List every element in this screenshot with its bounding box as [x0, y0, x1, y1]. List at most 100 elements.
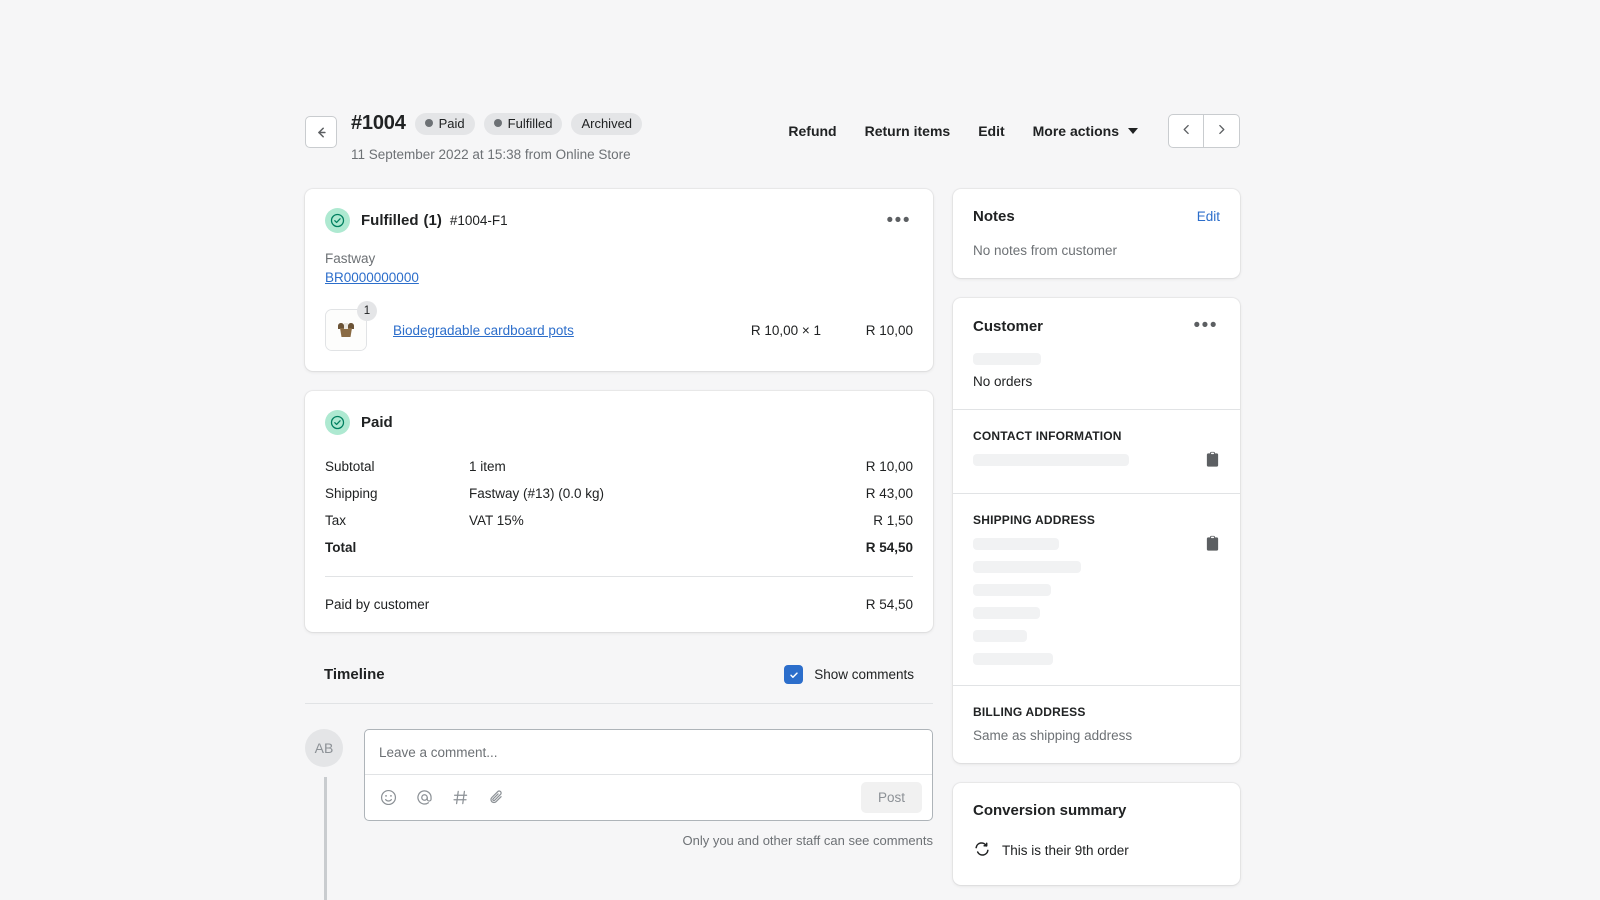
- shipping-line-redacted: [973, 584, 1051, 596]
- status-dot-icon: [493, 119, 502, 127]
- line-item-title-link[interactable]: Biodegradable cardboard pots: [393, 323, 574, 338]
- carrier-name: Fastway: [325, 251, 376, 266]
- order-subtitle: 11 September 2022 at 15:38 from Online S…: [351, 147, 631, 162]
- fulfillment-kebab-button[interactable]: •••: [885, 211, 913, 230]
- comment-input[interactable]: [365, 730, 932, 774]
- payment-row-total: Total R 54,50: [325, 540, 913, 555]
- status-badge-fulfilled-label: Fulfilled: [507, 115, 553, 131]
- payment-status: Paid: [361, 414, 393, 431]
- edit-button[interactable]: Edit: [964, 116, 1018, 146]
- billing-address-section: BILLING ADDRESS Same as shipping address: [953, 685, 1240, 763]
- next-order-button[interactable]: [1204, 114, 1240, 148]
- shipping-line-redacted: [973, 561, 1081, 573]
- payment-row-label: Tax: [325, 513, 347, 528]
- fulfillment-status: Fulfilled: [361, 212, 419, 229]
- payment-row-desc: 1 item: [469, 459, 506, 474]
- notes-empty-text: No notes from customer: [973, 243, 1118, 258]
- order-pagination: [1168, 114, 1240, 148]
- shipping-address-heading: SHIPPING ADDRESS: [973, 513, 1096, 527]
- billing-address-text: Same as shipping address: [973, 728, 1133, 743]
- emoji-icon[interactable]: [379, 788, 398, 807]
- payment-row-desc: VAT 15%: [469, 513, 524, 528]
- payment-card: Paid Subtotal 1 item R 10,00 Shipping Fa…: [305, 391, 933, 632]
- contact-email-redacted: [973, 454, 1129, 466]
- show-comments-toggle[interactable]: Show comments: [784, 665, 914, 684]
- status-badge-fulfilled: Fulfilled: [483, 112, 563, 135]
- fulfillment-count: (1): [423, 212, 442, 229]
- comment-composer: AB Leave a comment... Post: [305, 729, 933, 900]
- repeat-order-icon: [973, 840, 991, 861]
- previous-order-button[interactable]: [1168, 114, 1204, 148]
- line-item-unit-price: R 10,00 × 1: [750, 322, 821, 338]
- comment-privacy-note: Only you and other staff can see comment…: [682, 833, 933, 848]
- customer-name-redacted: [973, 353, 1041, 365]
- more-actions-button[interactable]: More actions: [1019, 116, 1152, 146]
- refund-button[interactable]: Refund: [774, 116, 850, 146]
- notes-edit-link[interactable]: Edit: [1197, 209, 1220, 224]
- status-badge-paid: Paid: [414, 112, 475, 135]
- line-item-total: R 10,00: [865, 322, 913, 338]
- mention-icon[interactable]: [415, 788, 434, 807]
- shipping-line-redacted: [973, 653, 1053, 665]
- chevron-down-icon: [1128, 128, 1138, 134]
- conversion-summary-text: This is their 9th order: [1002, 843, 1129, 858]
- return-items-button[interactable]: Return items: [851, 116, 965, 146]
- paid-by-customer-label: Paid by customer: [325, 597, 430, 612]
- fulfillment-card: Fulfilled (1) #1004-F1 ••• Fastway BR000…: [305, 189, 933, 371]
- payment-row-label: Subtotal: [325, 459, 375, 474]
- divider: [325, 576, 913, 577]
- page-header: #1004 Paid Fulfilled Archived 11 Septemb…: [305, 110, 1240, 162]
- payment-breakdown: Subtotal 1 item R 10,00 Shipping Fastway…: [325, 459, 913, 555]
- shipping-line-redacted: [973, 630, 1027, 642]
- tracking-number-link[interactable]: BR0000000000: [325, 270, 419, 285]
- fulfillment-reference: #1004-F1: [449, 213, 508, 228]
- status-dot-icon: [424, 119, 433, 127]
- conversion-summary-row: This is their 9th order: [973, 840, 1220, 861]
- shipping-address-section: SHIPPING ADDRESS: [953, 493, 1240, 685]
- arrow-left-icon: [313, 124, 330, 141]
- customer-header-section: Customer ••• No orders: [953, 298, 1240, 409]
- attachment-icon[interactable]: [487, 788, 506, 807]
- notes-card: Notes Edit No notes from customer: [953, 189, 1240, 278]
- payment-row-amount: R 54,50: [865, 540, 913, 555]
- shipping-line-redacted: [973, 607, 1040, 619]
- check-circle-icon: [325, 410, 350, 435]
- sidebar-column: Notes Edit No notes from customer Custom…: [953, 189, 1240, 885]
- shipping-line-redacted: [973, 538, 1059, 550]
- line-item-quantity: 1: [357, 301, 377, 321]
- conversion-summary-card: Conversion summary This is their 9th ord…: [953, 783, 1240, 885]
- clipboard-icon[interactable]: [1205, 535, 1220, 557]
- timeline-title: Timeline: [324, 666, 385, 683]
- customer-kebab-button[interactable]: •••: [1192, 316, 1220, 335]
- payment-row-subtotal: Subtotal 1 item R 10,00: [325, 459, 913, 474]
- payment-row-amount: R 43,00: [865, 486, 913, 501]
- line-item: 1 Biodegradable cardboard pots R 10,00 ×…: [325, 301, 913, 351]
- more-actions-label: More actions: [1032, 123, 1119, 139]
- payment-row-amount: R 10,00: [865, 459, 913, 474]
- post-comment-button[interactable]: Post: [860, 782, 922, 813]
- contact-information-section: CONTACT INFORMATION: [953, 409, 1240, 493]
- show-comments-checkbox[interactable]: [784, 665, 804, 684]
- payment-row-label: Shipping: [325, 486, 378, 501]
- payment-row-tax: Tax VAT 15% R 1,50: [325, 513, 913, 528]
- chevron-right-icon: [1215, 123, 1228, 139]
- status-badge-paid-label: Paid: [438, 115, 465, 131]
- page-title: #1004: [351, 112, 406, 134]
- chevron-left-icon: [1180, 123, 1193, 139]
- show-comments-label: Show comments: [814, 667, 914, 682]
- payment-row-amount: R 1,50: [873, 513, 913, 528]
- timeline-rail: [324, 777, 327, 900]
- customer-card: Customer ••• No orders CONTACT INFORMATI…: [953, 298, 1240, 763]
- hashtag-icon[interactable]: [451, 788, 470, 807]
- payment-row-shipping: Shipping Fastway (#13) (0.0 kg) R 43,00: [325, 486, 913, 501]
- order-detail-page: #1004 Paid Fulfilled Archived 11 Septemb…: [0, 0, 1600, 900]
- clipboard-icon[interactable]: [1205, 451, 1220, 473]
- customer-orders-text: No orders: [973, 374, 1033, 389]
- comment-toolbar: Post: [365, 774, 932, 820]
- main-column: Fulfilled (1) #1004-F1 ••• Fastway BR000…: [305, 189, 933, 900]
- payment-row-desc: Fastway (#13) (0.0 kg): [469, 486, 605, 501]
- status-badge-archived-label: Archived: [581, 115, 633, 131]
- divider: [305, 703, 933, 704]
- back-button[interactable]: [305, 116, 337, 148]
- contact-information-heading: CONTACT INFORMATION: [973, 429, 1122, 443]
